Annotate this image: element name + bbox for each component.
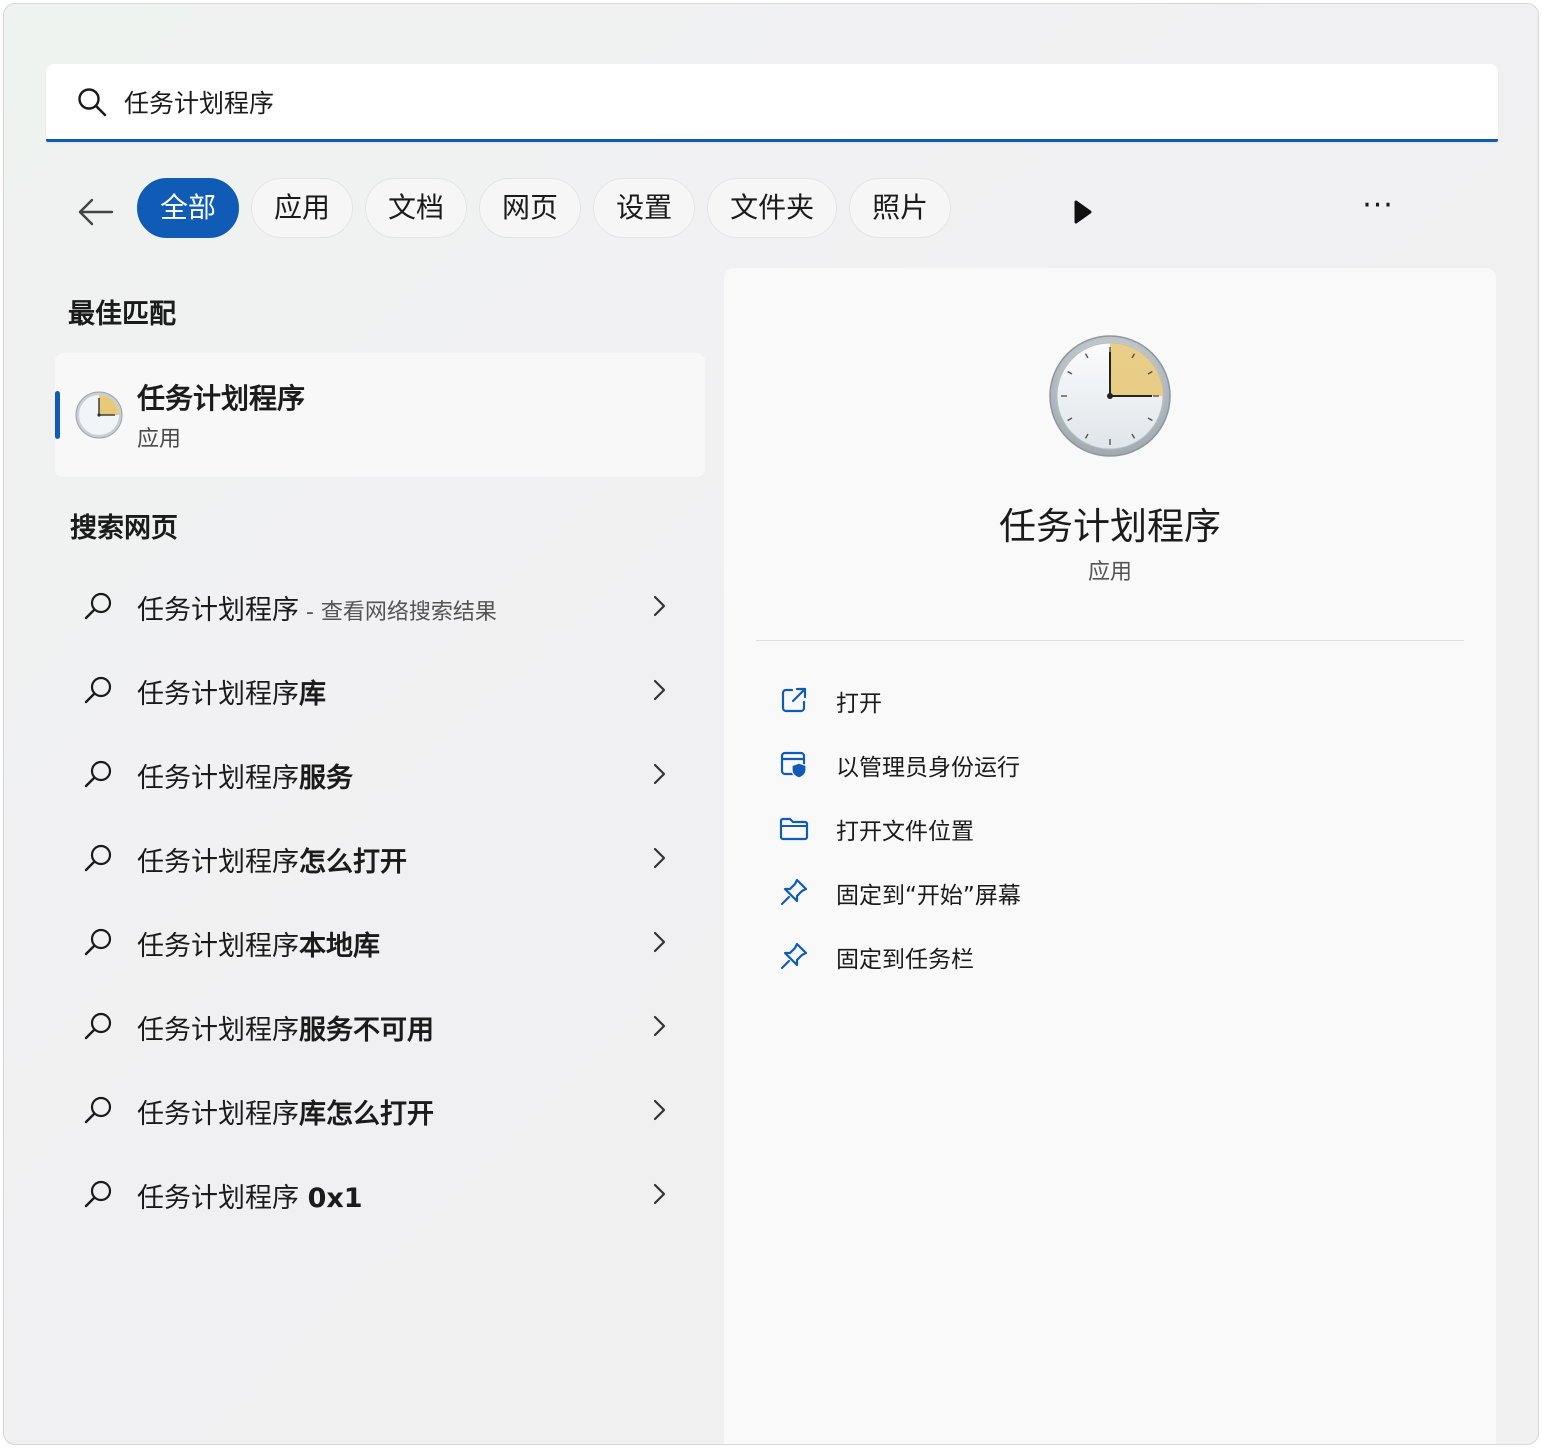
search-icon	[84, 928, 112, 956]
search-icon	[78, 88, 107, 117]
web-search-item[interactable]: 任务计划程序库	[55, 648, 705, 732]
search-icon	[84, 844, 112, 872]
divider	[756, 640, 1464, 641]
task-scheduler-clock-icon	[1049, 335, 1171, 457]
web-search-text: 任务计划程序怎么打开	[137, 847, 407, 878]
chevron-right-icon	[653, 1015, 666, 1037]
more-options-button[interactable]: ···	[1358, 191, 1398, 230]
folder-icon	[779, 817, 809, 841]
back-arrow-icon[interactable]	[74, 190, 118, 234]
chevron-right-icon	[653, 847, 666, 869]
best-match-item[interactable]: 任务计划程序 应用	[55, 353, 705, 477]
web-search-text: 任务计划程序 0x1	[137, 1183, 363, 1214]
action-pin-to-start[interactable]: 固定到“开始”屏幕	[756, 860, 1464, 924]
task-scheduler-clock-icon	[75, 391, 123, 439]
best-match-type: 应用	[137, 427, 182, 452]
pin-icon	[780, 878, 808, 906]
search-icon	[84, 1012, 112, 1040]
tab-settings[interactable]: 设置	[593, 178, 696, 238]
pin-icon	[780, 942, 808, 970]
web-search-text: 任务计划程序本地库	[137, 931, 380, 962]
search-icon	[84, 676, 112, 704]
search-box[interactable]	[46, 64, 1498, 142]
action-run-as-admin[interactable]: 以管理员身份运行	[756, 732, 1464, 796]
action-open[interactable]: 打开	[756, 668, 1464, 732]
chevron-right-icon	[653, 679, 666, 701]
tab-folders[interactable]: 文件夹	[707, 178, 838, 238]
action-list: 打开 以管理员身份运行 打开文件位置 固定到“开始”屏幕 固定到任务栏	[756, 668, 1464, 988]
tab-all[interactable]: 全部	[137, 178, 240, 238]
action-label: 以管理员身份运行	[836, 755, 1020, 781]
detail-panel: 任务计划程序 应用 打开 以管理员身份运行 打开文件位置 固定到“开始”屏幕 固…	[724, 268, 1496, 1444]
chevron-right-icon	[653, 763, 666, 785]
open-external-icon	[781, 687, 807, 713]
best-match-name: 任务计划程序	[137, 382, 306, 415]
action-label: 打开	[836, 691, 882, 717]
web-search-list: 任务计划程序 - 查看网络搜索结果 任务计划程序库 任务计划程序服务 任务计划程…	[55, 564, 705, 1236]
web-search-text: 任务计划程序服务不可用	[137, 1015, 434, 1046]
web-search-item[interactable]: 任务计划程序怎么打开	[55, 816, 705, 900]
web-search-text: 任务计划程序服务	[137, 763, 353, 794]
search-icon	[84, 592, 112, 620]
shield-icon	[780, 751, 807, 779]
tab-web[interactable]: 网页	[479, 178, 582, 238]
tab-documents[interactable]: 文档	[365, 178, 468, 238]
action-pin-to-taskbar[interactable]: 固定到任务栏	[756, 924, 1464, 988]
detail-title: 任务计划程序	[999, 505, 1221, 548]
tab-apps[interactable]: 应用	[251, 178, 354, 238]
chevron-right-icon	[653, 1099, 666, 1121]
action-label: 固定到“开始”屏幕	[836, 883, 1021, 909]
chevron-right-icon	[653, 1183, 666, 1205]
selection-indicator	[55, 391, 60, 439]
play-icon[interactable]	[1070, 197, 1096, 227]
web-search-text: 任务计划程序 - 查看网络搜索结果	[137, 595, 497, 626]
search-input[interactable]	[124, 82, 1424, 122]
search-icon	[84, 760, 112, 788]
web-search-item[interactable]: 任务计划程序服务	[55, 732, 705, 816]
filter-tabs: 全部 应用 文档 网页 设置 文件夹 照片	[137, 178, 963, 242]
search-window: 全部 应用 文档 网页 设置 文件夹 照片 ··· 最佳匹配 任务计划程序 应用…	[3, 3, 1539, 1445]
web-search-item[interactable]: 任务计划程序 - 查看网络搜索结果	[55, 564, 705, 648]
web-search-item[interactable]: 任务计划程序库怎么打开	[55, 1068, 705, 1152]
chevron-right-icon	[653, 931, 666, 953]
search-icon	[84, 1180, 112, 1208]
action-label: 打开文件位置	[836, 819, 974, 845]
web-search-heading: 搜索网页	[70, 513, 178, 544]
action-open-file-location[interactable]: 打开文件位置	[756, 796, 1464, 860]
detail-subtitle: 应用	[1087, 560, 1132, 585]
tab-photos[interactable]: 照片	[849, 178, 952, 238]
search-icon	[84, 1096, 112, 1124]
chevron-right-icon	[653, 595, 666, 617]
web-search-text: 任务计划程序库	[137, 679, 326, 710]
web-search-item[interactable]: 任务计划程序本地库	[55, 900, 705, 984]
action-label: 固定到任务栏	[836, 947, 974, 973]
web-search-item[interactable]: 任务计划程序 0x1	[55, 1152, 705, 1236]
web-search-text: 任务计划程序库怎么打开	[137, 1099, 434, 1130]
best-match-heading: 最佳匹配	[68, 299, 176, 330]
web-search-item[interactable]: 任务计划程序服务不可用	[55, 984, 705, 1068]
